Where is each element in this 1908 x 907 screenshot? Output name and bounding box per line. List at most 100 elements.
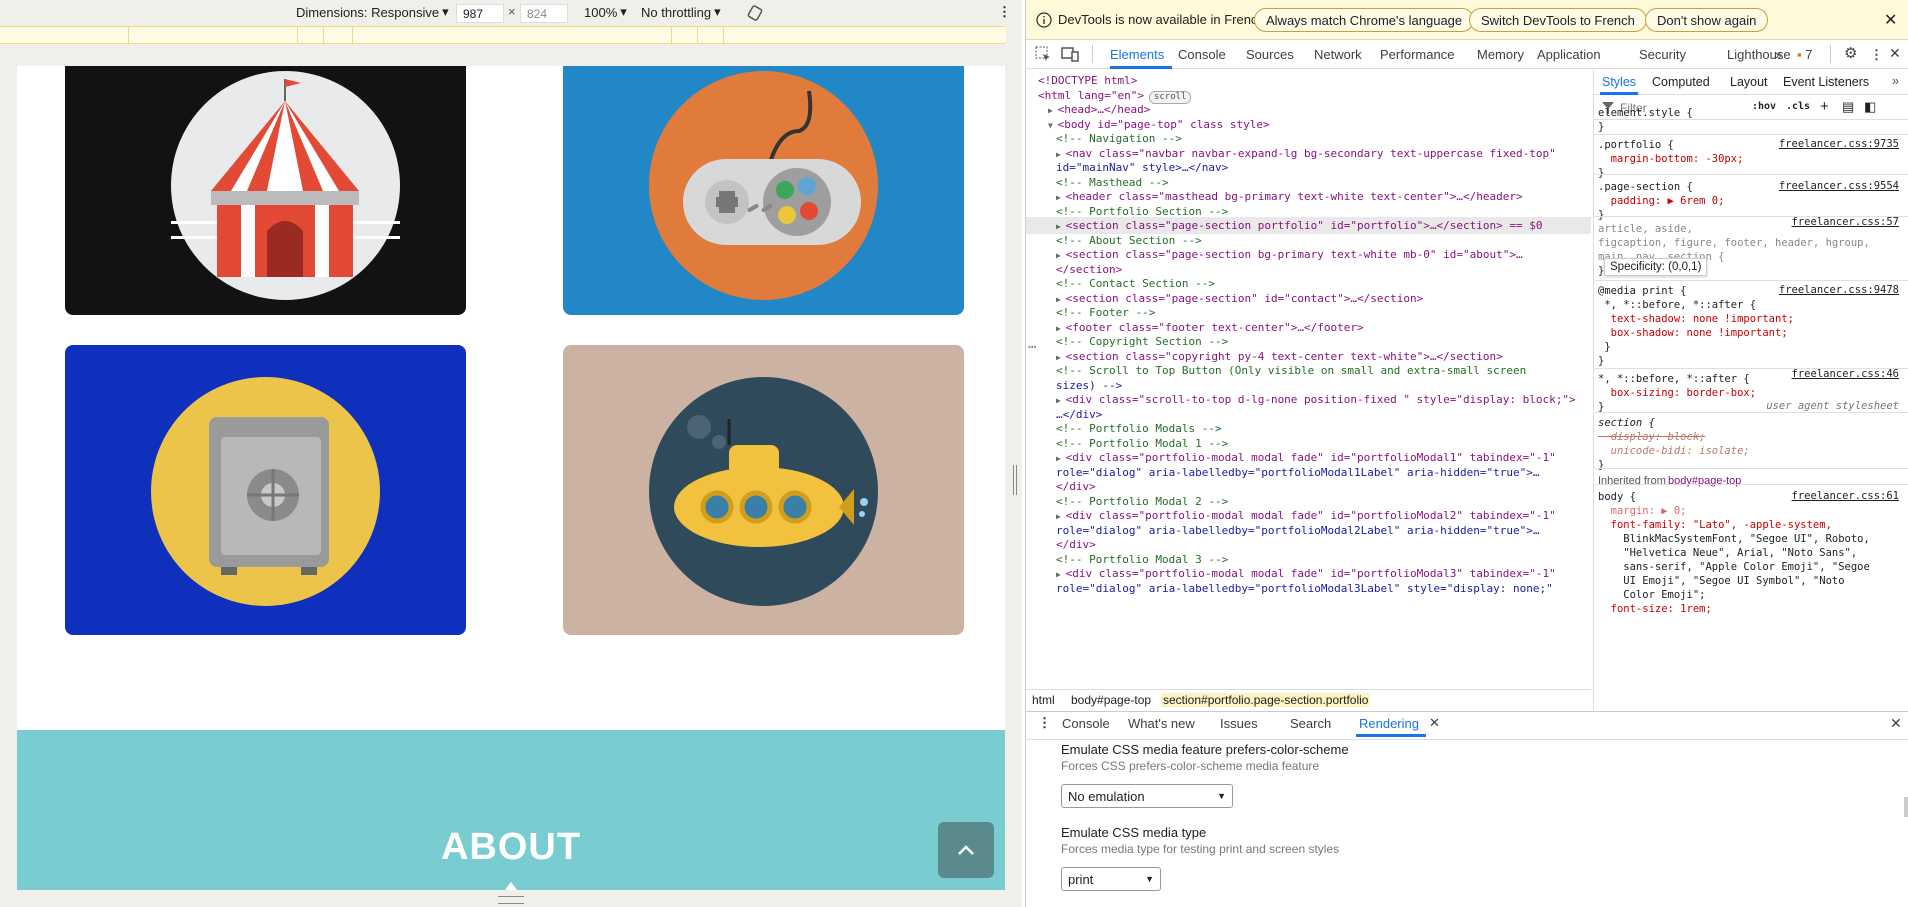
drawer-tab-issues[interactable]: Issues xyxy=(1220,716,1258,731)
expand-arrow-icon[interactable]: ▶ xyxy=(1056,222,1066,231)
stylesheet-source-link[interactable]: freelancer.css:61 xyxy=(1792,490,1899,502)
style-rule-line[interactable]: figcaption, figure, footer, header, hgro… xyxy=(1594,236,1908,250)
style-rule-line[interactable]: } xyxy=(1594,340,1908,354)
close-devtools-icon[interactable]: ✕ xyxy=(1889,45,1901,62)
style-rule-line[interactable]: margin-bottom: -30px; xyxy=(1594,152,1908,166)
style-rule-line[interactable]: } xyxy=(1594,458,1908,472)
throttle-dropdown[interactable]: No throttling ▾ xyxy=(641,4,721,20)
portfolio-item-circus-tent[interactable] xyxy=(65,66,466,315)
style-rule-line[interactable]: BlinkMacSystemFont, "Segoe UI", Roboto, xyxy=(1594,532,1908,546)
style-rule-line[interactable]: box-sizing: border-box; xyxy=(1594,386,1908,400)
style-rule-line[interactable]: Color Emoji"; xyxy=(1594,588,1908,602)
tab-performance[interactable]: Performance xyxy=(1380,47,1454,62)
expand-arrow-icon[interactable]: ▶ xyxy=(1056,396,1066,405)
style-rule-line[interactable]: font-size: 1rem; xyxy=(1594,602,1908,616)
style-rule-line[interactable]: body#page-top xyxy=(1594,474,1908,488)
device-toggle-icon[interactable] xyxy=(1061,46,1079,62)
expand-arrow-icon[interactable]: ▶ xyxy=(1048,106,1058,115)
tab-elements[interactable]: Elements xyxy=(1110,47,1164,62)
tab-computed[interactable]: Computed xyxy=(1652,75,1710,89)
style-rule-line[interactable]: text-shadow: none !important; xyxy=(1594,312,1908,326)
expand-arrow-icon[interactable]: ▶ xyxy=(1056,353,1066,362)
close-tab-icon[interactable]: ✕ xyxy=(1429,715,1440,731)
scroll-to-top-button[interactable] xyxy=(938,822,994,878)
selected-node-menu-icon[interactable]: … xyxy=(1026,336,1036,352)
portfolio-item-submarine[interactable] xyxy=(563,345,964,635)
breadcrumb-section[interactable]: section#portfolio.page-section.portfolio xyxy=(1161,693,1371,707)
style-rule-line[interactable]: box-shadow: none !important; xyxy=(1594,326,1908,340)
tab-layout[interactable]: Layout xyxy=(1730,75,1768,89)
breadcrumb-body[interactable]: body#page-top xyxy=(1071,693,1151,707)
tab-event-listeners[interactable]: Event Listeners xyxy=(1783,75,1869,89)
match-language-button[interactable]: Always match Chrome's language xyxy=(1254,8,1475,32)
drawer-tab-whats-new[interactable]: What's new xyxy=(1128,716,1195,731)
stylesheet-source-link[interactable]: freelancer.css:57 xyxy=(1792,216,1899,228)
issues-counter[interactable]: ▪ 7 xyxy=(1797,47,1812,62)
style-rule-line[interactable]: unicode-bidi: isolate; xyxy=(1594,444,1908,458)
expand-arrow-icon[interactable]: ▶ xyxy=(1056,150,1066,159)
dom-tree[interactable]: <!DOCTYPE html> <html lang="en"> scroll ▶ <… xyxy=(1026,70,1591,682)
resize-handle-right[interactable] xyxy=(1013,465,1017,495)
switch-to-french-button[interactable]: Switch DevTools to French xyxy=(1469,8,1647,32)
width-input[interactable]: 987 xyxy=(456,4,504,23)
portfolio-item-safe[interactable] xyxy=(65,345,466,635)
portfolio-item-game-controller[interactable] xyxy=(563,66,964,315)
tab-console[interactable]: Console xyxy=(1178,47,1226,62)
more-tabs-icon[interactable]: » xyxy=(1775,47,1782,62)
tab-memory[interactable]: Memory xyxy=(1477,47,1524,62)
style-rule-line[interactable]: section { xyxy=(1594,416,1908,430)
tab-network[interactable]: Network xyxy=(1314,47,1362,62)
tab-sources[interactable]: Sources xyxy=(1246,47,1294,62)
drawer-scrollbar[interactable] xyxy=(1904,797,1908,817)
tab-application[interactable]: Application xyxy=(1537,47,1601,62)
expand-arrow-icon[interactable]: ▶ xyxy=(1056,251,1066,260)
expand-arrow-icon[interactable]: ▶ xyxy=(1056,570,1066,579)
drawer-tab-search[interactable]: Search xyxy=(1290,716,1331,731)
expand-arrow-icon[interactable]: ▶ xyxy=(1056,512,1066,521)
expand-arrow-icon[interactable]: ▶ xyxy=(1056,193,1066,202)
media-type-select[interactable]: print ▼ xyxy=(1061,867,1161,891)
gear-icon[interactable]: ⚙ xyxy=(1844,44,1857,62)
style-rule-line[interactable]: sans-serif, "Apple Color Emoji", "Segoe xyxy=(1594,560,1908,574)
style-rule-line[interactable]: margin: ▶ 0; xyxy=(1594,504,1908,518)
tab-security[interactable]: Security xyxy=(1639,47,1686,62)
more-options-icon[interactable]: ⋮ xyxy=(998,4,1011,20)
style-rule-line[interactable]: font-family: "Lato", -apple-system, xyxy=(1594,518,1908,532)
inspect-element-icon[interactable] xyxy=(1035,46,1051,62)
style-rule-line[interactable]: } xyxy=(1594,120,1908,134)
close-icon[interactable]: ✕ xyxy=(1884,10,1897,30)
style-rule-line[interactable]: "Helvetica Neue", Arial, "Noto Sans", xyxy=(1594,546,1908,560)
style-rule-line[interactable]: } xyxy=(1594,354,1908,368)
color-scheme-select[interactable]: No emulation ▼ xyxy=(1061,784,1233,808)
style-rule-line[interactable]: UI Emoji", "Segoe UI Symbol", "Noto xyxy=(1594,574,1908,588)
more-options-icon[interactable]: ⋮ xyxy=(1870,47,1883,63)
expand-arrow-icon[interactable]: ▶ xyxy=(1056,295,1066,304)
close-drawer-icon[interactable]: ✕ xyxy=(1890,715,1902,732)
style-rule-line[interactable]: padding: ▶ 6rem 0; xyxy=(1594,194,1908,208)
height-input[interactable]: 824 xyxy=(520,4,568,23)
stylesheet-source-link[interactable]: freelancer.css:9478 xyxy=(1779,284,1899,296)
expand-arrow-icon[interactable]: ▼ xyxy=(1048,121,1058,130)
expand-arrow-icon[interactable]: ▶ xyxy=(1056,324,1066,333)
expand-arrow-icon[interactable]: ▶ xyxy=(1056,454,1066,463)
style-rule-line[interactable]: } xyxy=(1594,166,1908,180)
dimensions-dropdown[interactable]: Dimensions: Responsive ▾ xyxy=(296,4,449,20)
dont-show-again-button[interactable]: Don't show again xyxy=(1645,8,1769,32)
drawer-tab-console[interactable]: Console xyxy=(1062,716,1110,731)
drawer-tab-rendering[interactable]: Rendering xyxy=(1359,716,1419,731)
drawer-menu-icon[interactable]: ⋮ xyxy=(1038,715,1051,731)
stylesheet-source-link[interactable]: freelancer.css:9554 xyxy=(1779,180,1899,192)
style-rule-line[interactable]: display: block; xyxy=(1594,430,1908,444)
style-rule-line[interactable]: *, *::before, *::after { xyxy=(1594,298,1908,312)
more-tabs-icon[interactable]: » xyxy=(1892,74,1899,88)
dom-node-line[interactable]: role="dialog" aria-labelledby="portfolio… xyxy=(1026,580,1591,597)
resize-handle-bottom[interactable] xyxy=(498,896,524,904)
rotate-icon[interactable] xyxy=(746,4,764,22)
zoom-dropdown[interactable]: 100% ▾ xyxy=(584,4,627,20)
tab-styles[interactable]: Styles xyxy=(1602,75,1636,89)
stylesheet-source-link[interactable]: freelancer.css:46 xyxy=(1792,368,1899,380)
stylesheet-source-link[interactable]: freelancer.css:9735 xyxy=(1779,138,1899,150)
breadcrumb-html[interactable]: html xyxy=(1032,693,1055,707)
style-rule-line[interactable]: element.style { xyxy=(1594,106,1908,120)
media-query-ruler[interactable] xyxy=(0,26,1006,44)
